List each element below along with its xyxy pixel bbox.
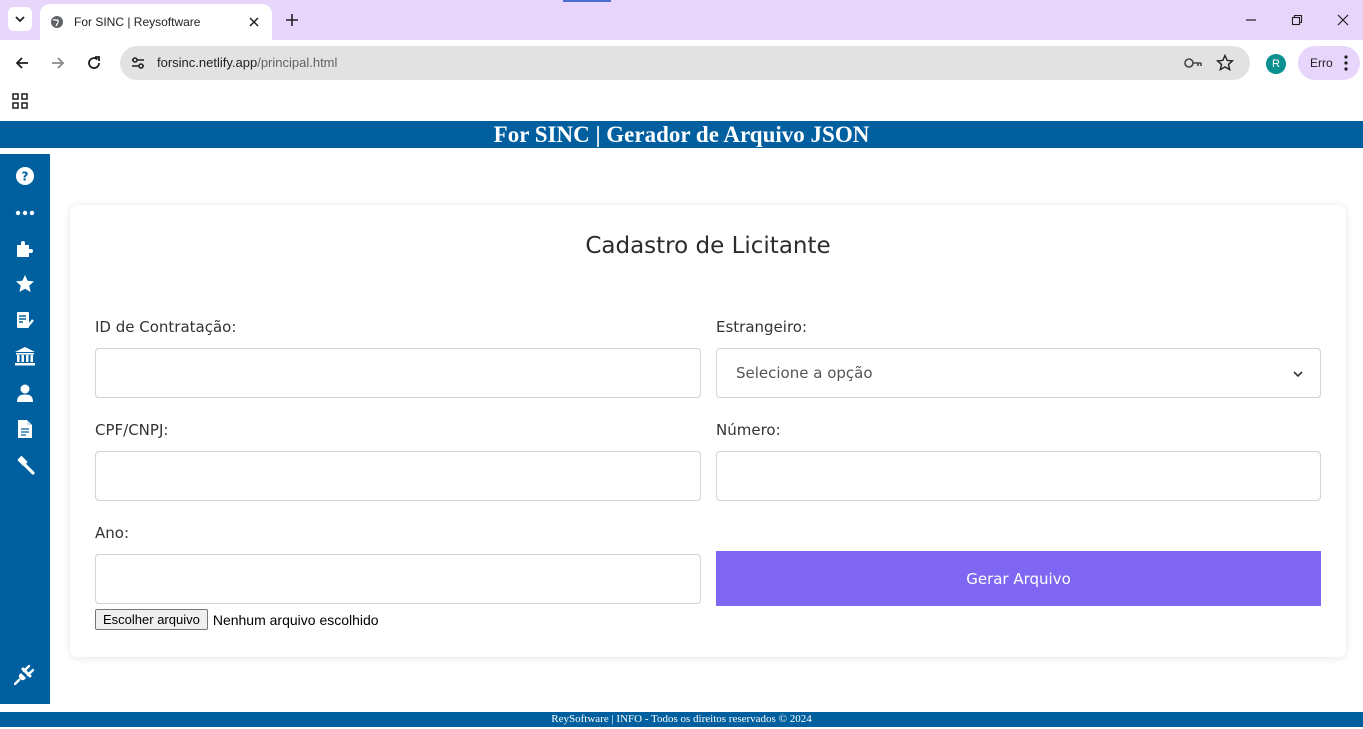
sidebar-item-favorites[interactable] [14, 273, 36, 295]
restore-button[interactable] [1287, 10, 1307, 30]
globe-icon [51, 16, 63, 28]
sidebar: ? [0, 154, 50, 704]
chevron-down-icon [15, 16, 25, 23]
bookmark-star-icon[interactable] [1216, 54, 1234, 72]
plus-icon [286, 14, 298, 26]
bookmarks-bar [0, 86, 1363, 116]
form-card: Cadastro de Licitante ID de Contratação:… [70, 205, 1346, 657]
arrow-right-icon [52, 57, 65, 69]
sidebar-item-document[interactable] [14, 418, 36, 440]
back-button[interactable] [11, 52, 33, 74]
tab-strip-indicator [563, 0, 611, 2]
id-contratacao-label: ID de Contratação: [95, 318, 237, 336]
help-icon: ? [16, 167, 34, 185]
page-title: For SINC | Gerador de Arquivo JSON [0, 121, 1363, 148]
minimize-icon [1246, 19, 1256, 21]
sidebar-item-extensions[interactable] [14, 237, 36, 259]
ano-input[interactable] [95, 554, 701, 604]
bank-icon [15, 347, 35, 366]
estrangeiro-select[interactable]: Selecione a opção [716, 348, 1321, 398]
cpf-cnpj-label: CPF/CNPJ: [95, 421, 169, 439]
numero-label: Número: [716, 421, 781, 439]
minimize-button[interactable] [1241, 10, 1261, 30]
arrow-left-icon [15, 57, 28, 69]
profile-error-button[interactable]: Erro [1298, 46, 1360, 80]
forward-button[interactable] [47, 52, 69, 74]
estrangeiro-label: Estrangeiro: [716, 318, 808, 336]
sidebar-item-user[interactable] [14, 382, 36, 404]
address-bar[interactable]: forsinc.netlify.app/principal.html [120, 46, 1250, 80]
sidebar-item-connection[interactable] [14, 663, 36, 685]
estrangeiro-selected-value: Selecione a opção [736, 364, 873, 382]
chevron-down-icon [1293, 371, 1303, 378]
password-key-icon[interactable] [1183, 55, 1203, 71]
profile-avatar[interactable]: R [1266, 54, 1286, 74]
site-settings-icon [132, 57, 144, 69]
tab-title: For SINC | Reysoftware [74, 15, 201, 29]
form-title: Cadastro de Licitante [585, 233, 831, 259]
restore-icon [1291, 14, 1303, 26]
profile-error-label: Erro [1310, 56, 1333, 70]
file-upload: Escolher arquivo Nenhum arquivo escolhid… [95, 609, 379, 630]
browser-toolbar: forsinc.netlify.app/principal.html [0, 40, 1363, 86]
close-icon [249, 17, 259, 27]
checklist-icon [17, 312, 34, 329]
reload-button[interactable] [83, 52, 105, 74]
more-icon [15, 210, 35, 216]
sidebar-item-institution[interactable] [14, 345, 36, 367]
cpf-cnpj-input[interactable] [95, 451, 701, 501]
numero-input[interactable] [716, 451, 1321, 501]
svg-text:?: ? [22, 170, 29, 184]
url-path: /principal.html [257, 55, 338, 70]
star-icon [16, 275, 34, 292]
tab-close-button[interactable] [246, 14, 262, 30]
browser-tab-bar: For SINC | Reysoftware [0, 0, 1363, 40]
tab-search-button[interactable] [8, 7, 32, 31]
ano-label: Ano: [95, 524, 129, 542]
close-window-button[interactable] [1333, 10, 1353, 30]
document-icon [18, 420, 32, 438]
apps-grid-icon[interactable] [12, 93, 28, 109]
file-status-text: Nenhum arquivo escolhido [212, 611, 379, 628]
close-icon [1337, 14, 1349, 26]
more-vertical-icon [1344, 55, 1348, 71]
sidebar-item-more[interactable] [14, 202, 36, 224]
gavel-icon [17, 456, 35, 475]
url-text: forsinc.netlify.app/principal.html [157, 55, 337, 70]
choose-file-button[interactable]: Escolher arquivo [95, 609, 208, 630]
footer: ReySoftware | INFO - Todos os direitos r… [0, 712, 1363, 727]
user-icon [17, 384, 33, 402]
plug-icon [14, 664, 35, 685]
sidebar-item-help[interactable]: ? [14, 165, 36, 187]
puzzle-icon [17, 241, 33, 257]
browser-tab-active[interactable]: For SINC | Reysoftware [40, 4, 272, 40]
sidebar-item-checklist[interactable] [14, 309, 36, 331]
id-contratacao-input[interactable] [95, 348, 701, 398]
generate-file-button[interactable]: Gerar Arquivo [716, 551, 1321, 606]
new-tab-button[interactable] [282, 10, 302, 30]
reload-icon [88, 56, 100, 69]
url-domain: forsinc.netlify.app [157, 55, 258, 70]
sidebar-item-auction[interactable] [14, 454, 36, 476]
